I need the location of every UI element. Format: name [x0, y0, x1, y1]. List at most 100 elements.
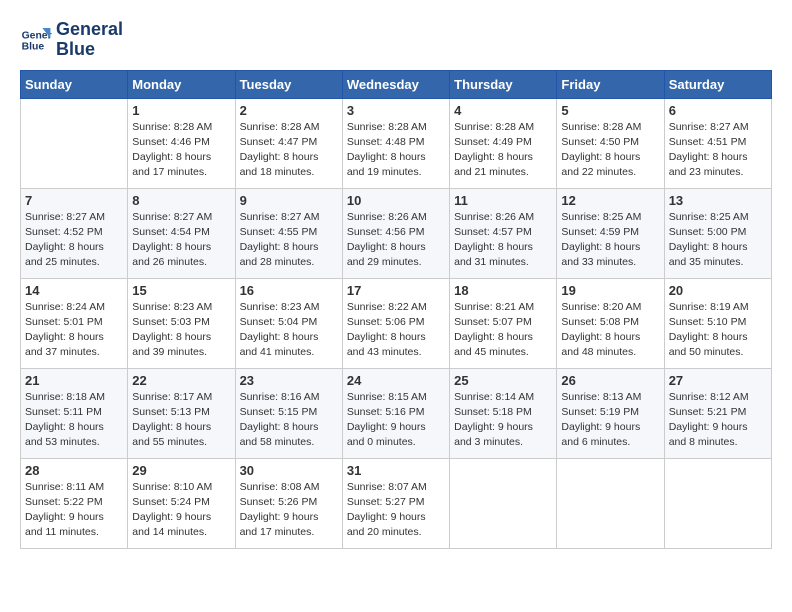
- day-info: Sunrise: 8:13 AM Sunset: 5:19 PM Dayligh…: [561, 390, 659, 451]
- calendar-cell: 3 Sunrise: 8:28 AM Sunset: 4:48 PM Daylig…: [342, 98, 449, 188]
- day-info: Sunrise: 8:28 AM Sunset: 4:47 PM Dayligh…: [240, 120, 338, 181]
- day-number: 13: [669, 193, 767, 208]
- logo-name: General Blue: [56, 20, 123, 60]
- day-number: 30: [240, 463, 338, 478]
- day-number: 11: [454, 193, 552, 208]
- day-info: Sunrise: 8:28 AM Sunset: 4:50 PM Dayligh…: [561, 120, 659, 181]
- day-number: 5: [561, 103, 659, 118]
- calendar-cell: 15Sunrise: 8:23 AM Sunset: 5:03 PM Dayli…: [128, 278, 235, 368]
- calendar-cell: 20 Sunrise: 8:19 AM Sunset: 5:10 PM Dayli…: [664, 278, 771, 368]
- calendar-cell: 25 Sunrise: 8:14 AM Sunset: 5:18 PM Dayli…: [450, 368, 557, 458]
- day-info: Sunrise: 8:28 AM Sunset: 4:48 PM Dayligh…: [347, 120, 445, 181]
- day-info: Sunrise: 8:25 AM Sunset: 4:59 PM Dayligh…: [561, 210, 659, 271]
- day-info: Sunrise: 8:14 AM Sunset: 5:18 PM Dayligh…: [454, 390, 552, 451]
- weekday-header: Friday: [557, 70, 664, 98]
- day-number: 21: [25, 373, 123, 388]
- day-info: Sunrise: 8:23 AM Sunset: 5:04 PM Dayligh…: [240, 300, 338, 361]
- day-info: Sunrise: 8:26 AM Sunset: 4:56 PM Dayligh…: [347, 210, 445, 271]
- day-info: Sunrise: 8:22 AM Sunset: 5:06 PM Dayligh…: [347, 300, 445, 361]
- day-number: 20: [669, 283, 767, 298]
- day-number: 23: [240, 373, 338, 388]
- calendar-cell: 2Sunrise: 8:28 AM Sunset: 4:47 PM Daylig…: [235, 98, 342, 188]
- calendar-cell: 7 Sunrise: 8:27 AM Sunset: 4:52 PM Daylig…: [21, 188, 128, 278]
- calendar-cell: 8 Sunrise: 8:27 AM Sunset: 4:54 PM Daylig…: [128, 188, 235, 278]
- logo: General Blue General Blue: [20, 20, 123, 60]
- calendar-week-row: 1Sunrise: 8:28 AM Sunset: 4:46 PM Daylig…: [21, 98, 772, 188]
- day-number: 25: [454, 373, 552, 388]
- day-info: Sunrise: 8:21 AM Sunset: 5:07 PM Dayligh…: [454, 300, 552, 361]
- day-info: Sunrise: 8:24 AM Sunset: 5:01 PM Dayligh…: [25, 300, 123, 361]
- svg-text:Blue: Blue: [22, 41, 45, 52]
- calendar-cell: [450, 458, 557, 548]
- day-info: Sunrise: 8:27 AM Sunset: 4:55 PM Dayligh…: [240, 210, 338, 271]
- calendar-cell: 5 Sunrise: 8:28 AM Sunset: 4:50 PM Daylig…: [557, 98, 664, 188]
- calendar-week-row: 28Sunrise: 8:11 AM Sunset: 5:22 PM Dayli…: [21, 458, 772, 548]
- day-number: 14: [25, 283, 123, 298]
- weekday-header: Tuesday: [235, 70, 342, 98]
- day-number: 3: [347, 103, 445, 118]
- day-info: Sunrise: 8:27 AM Sunset: 4:54 PM Dayligh…: [132, 210, 230, 271]
- calendar-cell: 29Sunrise: 8:10 AM Sunset: 5:24 PM Dayli…: [128, 458, 235, 548]
- calendar-week-row: 7 Sunrise: 8:27 AM Sunset: 4:52 PM Daylig…: [21, 188, 772, 278]
- day-number: 7: [25, 193, 123, 208]
- day-number: 16: [240, 283, 338, 298]
- day-info: Sunrise: 8:27 AM Sunset: 4:52 PM Dayligh…: [25, 210, 123, 271]
- calendar-cell: 14 Sunrise: 8:24 AM Sunset: 5:01 PM Dayli…: [21, 278, 128, 368]
- calendar-table: SundayMondayTuesdayWednesdayThursdayFrid…: [20, 70, 772, 549]
- day-info: Sunrise: 8:25 AM Sunset: 5:00 PM Dayligh…: [669, 210, 767, 271]
- day-info: Sunrise: 8:18 AM Sunset: 5:11 PM Dayligh…: [25, 390, 123, 451]
- calendar-cell: 6Sunrise: 8:27 AM Sunset: 4:51 PM Daylig…: [664, 98, 771, 188]
- day-number: 10: [347, 193, 445, 208]
- calendar-cell: [557, 458, 664, 548]
- day-number: 24: [347, 373, 445, 388]
- calendar-cell: 1Sunrise: 8:28 AM Sunset: 4:46 PM Daylig…: [128, 98, 235, 188]
- calendar-cell: 21 Sunrise: 8:18 AM Sunset: 5:11 PM Dayli…: [21, 368, 128, 458]
- calendar-cell: [664, 458, 771, 548]
- weekday-header: Thursday: [450, 70, 557, 98]
- calendar-week-row: 14 Sunrise: 8:24 AM Sunset: 5:01 PM Dayli…: [21, 278, 772, 368]
- logo-icon: General Blue: [20, 24, 52, 56]
- day-number: 18: [454, 283, 552, 298]
- day-number: 8: [132, 193, 230, 208]
- day-info: Sunrise: 8:28 AM Sunset: 4:49 PM Dayligh…: [454, 120, 552, 181]
- calendar-cell: 30 Sunrise: 8:08 AM Sunset: 5:26 PM Dayli…: [235, 458, 342, 548]
- calendar-cell: [21, 98, 128, 188]
- calendar-cell: 18 Sunrise: 8:21 AM Sunset: 5:07 PM Dayli…: [450, 278, 557, 368]
- calendar-cell: 13 Sunrise: 8:25 AM Sunset: 5:00 PM Dayli…: [664, 188, 771, 278]
- day-info: Sunrise: 8:15 AM Sunset: 5:16 PM Dayligh…: [347, 390, 445, 451]
- day-number: 28: [25, 463, 123, 478]
- day-number: 4: [454, 103, 552, 118]
- day-info: Sunrise: 8:19 AM Sunset: 5:10 PM Dayligh…: [669, 300, 767, 361]
- day-number: 1: [132, 103, 230, 118]
- calendar-cell: 4 Sunrise: 8:28 AM Sunset: 4:49 PM Daylig…: [450, 98, 557, 188]
- calendar-cell: 23 Sunrise: 8:16 AM Sunset: 5:15 PM Dayli…: [235, 368, 342, 458]
- calendar-cell: 24 Sunrise: 8:15 AM Sunset: 5:16 PM Dayli…: [342, 368, 449, 458]
- calendar-cell: 19 Sunrise: 8:20 AM Sunset: 5:08 PM Dayli…: [557, 278, 664, 368]
- day-number: 17: [347, 283, 445, 298]
- calendar-cell: 9 Sunrise: 8:27 AM Sunset: 4:55 PM Daylig…: [235, 188, 342, 278]
- day-number: 31: [347, 463, 445, 478]
- day-info: Sunrise: 8:12 AM Sunset: 5:21 PM Dayligh…: [669, 390, 767, 451]
- day-number: 12: [561, 193, 659, 208]
- day-number: 9: [240, 193, 338, 208]
- day-info: Sunrise: 8:16 AM Sunset: 5:15 PM Dayligh…: [240, 390, 338, 451]
- day-info: Sunrise: 8:20 AM Sunset: 5:08 PM Dayligh…: [561, 300, 659, 361]
- day-number: 29: [132, 463, 230, 478]
- weekday-header: Saturday: [664, 70, 771, 98]
- day-number: 27: [669, 373, 767, 388]
- calendar-cell: 27 Sunrise: 8:12 AM Sunset: 5:21 PM Dayli…: [664, 368, 771, 458]
- day-info: Sunrise: 8:08 AM Sunset: 5:26 PM Dayligh…: [240, 480, 338, 541]
- day-number: 15: [132, 283, 230, 298]
- day-info: Sunrise: 8:17 AM Sunset: 5:13 PM Dayligh…: [132, 390, 230, 451]
- calendar-cell: 22Sunrise: 8:17 AM Sunset: 5:13 PM Dayli…: [128, 368, 235, 458]
- weekday-header: Monday: [128, 70, 235, 98]
- calendar-cell: 10 Sunrise: 8:26 AM Sunset: 4:56 PM Dayli…: [342, 188, 449, 278]
- day-info: Sunrise: 8:27 AM Sunset: 4:51 PM Dayligh…: [669, 120, 767, 181]
- weekday-header: Sunday: [21, 70, 128, 98]
- header-row: SundayMondayTuesdayWednesdayThursdayFrid…: [21, 70, 772, 98]
- calendar-cell: 31Sunrise: 8:07 AM Sunset: 5:27 PM Dayli…: [342, 458, 449, 548]
- day-number: 19: [561, 283, 659, 298]
- calendar-cell: 26Sunrise: 8:13 AM Sunset: 5:19 PM Dayli…: [557, 368, 664, 458]
- calendar-cell: 17 Sunrise: 8:22 AM Sunset: 5:06 PM Dayli…: [342, 278, 449, 368]
- page-header: General Blue General Blue: [20, 20, 772, 60]
